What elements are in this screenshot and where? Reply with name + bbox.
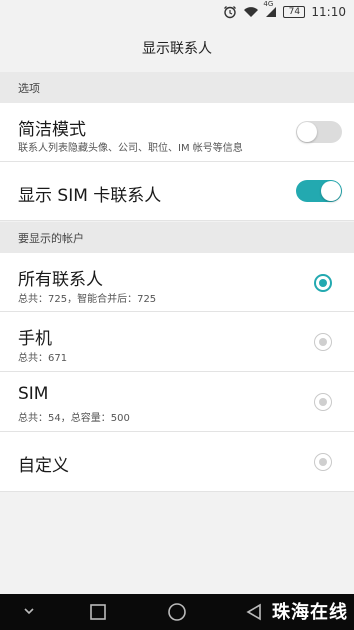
account-subtitle: 总共：725，智能合并后：725 bbox=[18, 294, 157, 305]
simple-mode-toggle[interactable] bbox=[296, 121, 342, 143]
simple-mode-row[interactable]: 简洁模式 联系人列表隐藏头像、公司、职位、IM 帐号等信息 bbox=[0, 103, 354, 162]
section-header-accounts: 要显示的帐户 bbox=[0, 222, 354, 253]
circle-icon[interactable] bbox=[167, 602, 187, 622]
radio-button[interactable] bbox=[314, 393, 332, 411]
show-sim-toggle[interactable] bbox=[296, 180, 342, 202]
network-type: 4G bbox=[263, 0, 274, 8]
alarm-icon bbox=[223, 5, 237, 19]
account-title: SIM bbox=[18, 384, 49, 404]
toggle-knob bbox=[321, 181, 341, 201]
radio-dot bbox=[319, 398, 327, 406]
status-time: 11:10 bbox=[311, 5, 346, 19]
account-title: 自定义 bbox=[18, 456, 69, 476]
section-header-label: 选项 bbox=[18, 81, 40, 95]
account-row-all[interactable]: 所有联系人 总共：725，智能合并后：725 bbox=[0, 253, 354, 312]
status-bar: 4G 74 11:10 bbox=[0, 0, 354, 24]
chevron-down-icon[interactable] bbox=[22, 604, 36, 618]
toggle-knob bbox=[297, 122, 317, 142]
battery-icon: 74 bbox=[283, 6, 306, 18]
navigation-bar: 珠海在线 bbox=[0, 594, 354, 630]
section-header-label: 要显示的帐户 bbox=[18, 231, 84, 245]
radio-button[interactable] bbox=[314, 274, 332, 292]
account-row-sim[interactable]: SIM 总共：54，总容量：500 bbox=[0, 372, 354, 432]
account-row-custom[interactable]: 自定义 bbox=[0, 432, 354, 492]
wifi-icon bbox=[243, 6, 259, 18]
back-triangle-icon[interactable] bbox=[245, 603, 263, 621]
account-title: 所有联系人 bbox=[18, 270, 103, 290]
watermark: 珠海在线 bbox=[272, 602, 348, 623]
account-title: 手机 bbox=[18, 329, 52, 349]
radio-dot bbox=[319, 338, 327, 346]
signal-icon: 4G bbox=[263, 0, 277, 18]
radio-button[interactable] bbox=[314, 453, 332, 471]
account-subtitle: 总共：54，总容量：500 bbox=[18, 413, 130, 424]
account-row-phone[interactable]: 手机 总共：671 bbox=[0, 312, 354, 372]
simple-mode-title: 简洁模式 bbox=[18, 120, 86, 140]
radio-dot bbox=[319, 279, 327, 287]
show-sim-row[interactable]: 显示 SIM 卡联系人 bbox=[0, 162, 354, 221]
account-subtitle: 总共：671 bbox=[18, 353, 68, 364]
square-icon[interactable] bbox=[89, 603, 107, 621]
page-title: 显示联系人 bbox=[142, 41, 212, 57]
app-bar: 显示联系人 bbox=[0, 24, 354, 72]
radio-button[interactable] bbox=[314, 333, 332, 351]
show-sim-title: 显示 SIM 卡联系人 bbox=[18, 186, 162, 206]
simple-mode-subtitle: 联系人列表隐藏头像、公司、职位、IM 帐号等信息 bbox=[18, 143, 243, 154]
radio-dot bbox=[319, 458, 327, 466]
section-header-options: 选项 bbox=[0, 72, 354, 103]
